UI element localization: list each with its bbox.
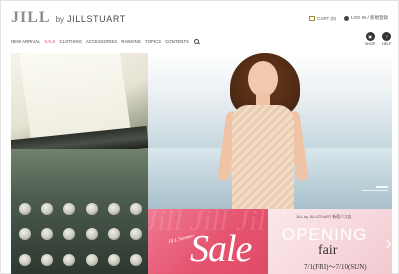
nav-item-ranking[interactable]: RANKING — [121, 39, 141, 44]
photo-key — [63, 228, 76, 241]
opening-banner-title: OPENING — [282, 225, 368, 244]
photo-key — [63, 253, 76, 266]
photo-key — [41, 228, 54, 241]
photo-caption-mark — [376, 186, 388, 188]
opening-banner-date: 7/1(FRI)〜7/10(SUN) — [304, 263, 367, 271]
photo-dress — [232, 105, 294, 209]
help-label: HELP — [382, 42, 392, 46]
photo-key — [63, 203, 76, 215]
logo-brand: JILLSTUART — [67, 14, 126, 24]
nav-item-contents[interactable]: CONTENTS — [165, 39, 189, 44]
help-icon: ? — [382, 32, 392, 41]
sale-banner-title: Sale — [190, 228, 252, 270]
photo-key — [41, 253, 54, 266]
nav-item-sale[interactable]: SALE — [44, 39, 55, 44]
nav-item-clothing[interactable]: CLOTHING — [60, 39, 82, 44]
shop-button[interactable]: ▣ SHOP — [365, 32, 375, 46]
page-frame: JILL by JILLSTUART CART (0) LOG IN / 新規登… — [0, 0, 399, 274]
model-photo[interactable] — [148, 53, 392, 209]
hero-area: Jill Jill Jill JILL Summer Sale JILL by … — [11, 53, 392, 274]
nav-item-new-arrival[interactable]: NEW ARRIVAL — [11, 39, 40, 44]
cart-link[interactable]: CART (0) — [309, 15, 336, 21]
brand-logo[interactable]: JILL by JILLSTUART — [11, 9, 126, 27]
photo-key — [107, 203, 120, 215]
photo-key — [107, 253, 120, 266]
cart-icon — [309, 15, 316, 21]
photo-key — [19, 228, 31, 241]
photo-key — [19, 203, 31, 215]
help-button[interactable]: ? HELP — [382, 32, 391, 46]
login-label: LOG IN / 新規登録 — [350, 15, 388, 20]
shop-icon: ▣ — [365, 32, 375, 41]
typewriter-photo[interactable] — [11, 53, 148, 274]
logo-mark: JILL — [11, 9, 51, 26]
photo-key — [129, 253, 142, 266]
utility-links: CART (0) LOG IN / 新規登録 — [309, 15, 388, 21]
global-nav: NEW ARRIVAL SALE CLOTHING ACCESSORIES RA… — [11, 39, 200, 44]
photo-face — [248, 61, 278, 97]
nav-item-accessories[interactable]: ACCESSORIES — [86, 39, 117, 44]
photo-key — [85, 228, 98, 241]
user-icon — [343, 15, 349, 21]
next-arrow-icon[interactable] — [382, 239, 392, 249]
opening-banner-store: JILL by JILLSTUART 新宿バス店 — [296, 215, 352, 219]
photo-caption-line — [362, 190, 388, 191]
opening-banner-fair: fair — [318, 243, 338, 258]
sale-banner[interactable]: Jill Jill Jill JILL Summer Sale — [148, 209, 268, 274]
nav-item-topics[interactable]: TOPICS — [145, 39, 161, 44]
photo-key — [85, 253, 98, 266]
search-icon[interactable] — [194, 39, 200, 44]
photo-key — [129, 203, 142, 215]
photo-key — [107, 228, 120, 241]
photo-key — [129, 228, 142, 241]
photo-keys — [19, 203, 144, 273]
shop-label: SHOP — [365, 42, 376, 46]
photo-key — [19, 253, 31, 266]
logo-by: by — [55, 15, 65, 24]
opening-fair-banner[interactable]: JILL by JILLSTUART 新宿バス店 OPENING fair 7/… — [268, 209, 392, 274]
login-link[interactable]: LOG IN / 新規登録 — [343, 15, 388, 21]
photo-key — [85, 203, 98, 215]
photo-key — [41, 203, 54, 215]
cart-label: CART (0) — [317, 15, 336, 21]
